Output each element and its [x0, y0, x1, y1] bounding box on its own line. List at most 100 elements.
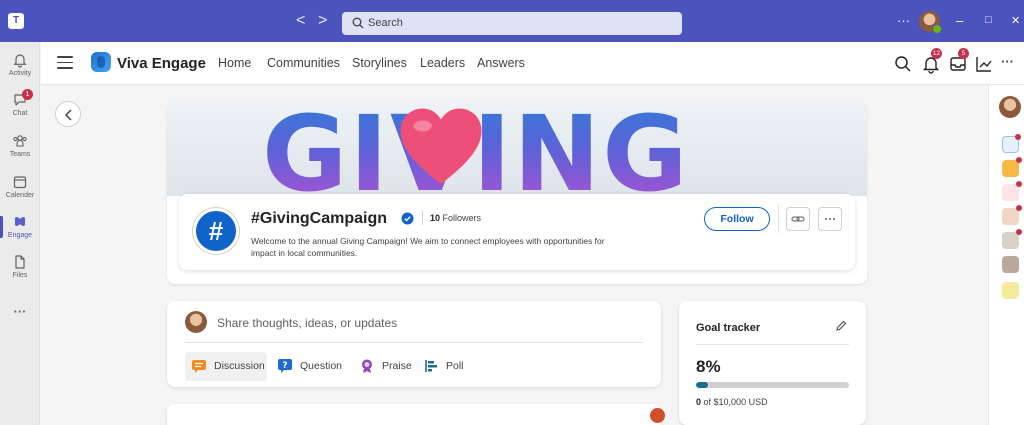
- divider: [422, 211, 423, 225]
- svg-text:?: ?: [282, 361, 287, 371]
- search-icon: [352, 17, 364, 29]
- heart-icon: [400, 108, 482, 184]
- minimize-button[interactable]: –: [956, 13, 963, 28]
- search-placeholder: Search: [368, 17, 403, 29]
- user-avatar[interactable]: [919, 11, 942, 34]
- more-actions-button[interactable]: [818, 207, 842, 231]
- nav-home[interactable]: Home: [218, 56, 251, 70]
- more-options-icon[interactable]: ···: [1001, 54, 1014, 69]
- follow-button[interactable]: Follow: [704, 207, 770, 231]
- followers-count[interactable]: 10 Followers: [430, 213, 481, 223]
- teams-logo-icon: T: [8, 13, 24, 29]
- profile-avatar[interactable]: [999, 96, 1021, 118]
- goal-percent: 8%: [696, 357, 721, 376]
- calendar-icon: [13, 176, 27, 189]
- copy-link-button[interactable]: [786, 207, 810, 231]
- app-title: Viva Engage: [117, 55, 206, 72]
- search-input[interactable]: Search: [342, 12, 682, 35]
- verified-icon: [401, 212, 414, 225]
- right-app-rail: [988, 85, 1024, 425]
- menu-icon[interactable]: [57, 56, 73, 70]
- goal-amount: 0 of $10,000 USD: [696, 397, 768, 407]
- location-app-icon[interactable]: [1002, 181, 1022, 201]
- pinned-icon: [650, 408, 665, 423]
- nav-answers[interactable]: Answers: [477, 56, 525, 70]
- edit-pencil-icon[interactable]: [835, 320, 847, 332]
- bell-icon: [13, 54, 27, 68]
- rail-item-files[interactable]: Files: [0, 254, 40, 279]
- notifications-badge: 12: [931, 48, 942, 59]
- community-description: Welcome to the annual Giving Campaign! W…: [251, 236, 605, 258]
- post-type-discussion[interactable]: Discussion: [185, 352, 267, 381]
- community-avatar: #: [193, 208, 239, 254]
- app-rail: Activity 1 Chat Teams Calender Engage Fi…: [0, 42, 40, 425]
- poll-icon: [425, 360, 437, 372]
- goal-progress-bar: [696, 382, 849, 388]
- chevron-left-icon: [64, 109, 72, 121]
- back-nav-icon[interactable]: <: [296, 12, 305, 30]
- post-type-label: Discussion: [214, 360, 265, 372]
- community-name: #GivingCampaign: [251, 210, 388, 227]
- publisher-card: Share thoughts, ideas, or updates Discus…: [167, 301, 661, 387]
- maximize-button[interactable]: □: [985, 14, 992, 26]
- file-icon: [15, 255, 25, 269]
- forward-nav-icon[interactable]: >: [318, 12, 327, 30]
- goal-tracker-card: Goal tracker 8% 0 of $10,000 USD: [679, 301, 866, 425]
- rail-item-calendar[interactable]: Calender: [0, 174, 40, 199]
- more-options-icon[interactable]: ···: [897, 13, 910, 28]
- nav-communities[interactable]: Communities: [267, 56, 340, 70]
- goal-progress-fill: [696, 382, 709, 388]
- community-info-card: # #GivingCampaign 10 Followers Welcome t…: [179, 194, 855, 270]
- divider: [696, 344, 849, 345]
- engage-header: Viva Engage Home Communities Storylines …: [41, 42, 1024, 85]
- app-icon[interactable]: [1002, 205, 1022, 225]
- app-icon[interactable]: [1002, 157, 1022, 177]
- divider: [185, 342, 643, 343]
- rail-label: Activity: [8, 70, 32, 77]
- rail-label: Teams: [9, 151, 31, 158]
- rail-label: Engage: [7, 232, 33, 239]
- link-icon: [791, 216, 805, 222]
- publisher-input[interactable]: Share thoughts, ideas, or updates: [217, 316, 397, 330]
- engage-icon: [15, 217, 25, 226]
- praise-icon: [362, 359, 372, 373]
- goal-tracker-title: Goal tracker: [696, 322, 761, 334]
- post-type-praise[interactable]: Praise: [353, 352, 413, 381]
- post-type-label: Praise: [382, 360, 412, 372]
- search-icon[interactable]: [893, 54, 913, 74]
- divider: [778, 205, 779, 233]
- rail-item-engage[interactable]: Engage: [0, 214, 40, 239]
- goal-current: 0: [696, 397, 702, 407]
- analytics-icon[interactable]: [974, 54, 994, 74]
- app-icon[interactable]: [1002, 282, 1019, 299]
- app-icon[interactable]: [1002, 229, 1022, 249]
- more-icon: [825, 218, 835, 220]
- rail-item-teams[interactable]: Teams: [0, 133, 40, 158]
- copilot-app-icon[interactable]: [1002, 134, 1021, 153]
- rail-label: Files: [12, 272, 28, 279]
- followers-label: Followers: [442, 213, 482, 223]
- post-type-poll[interactable]: Poll: [417, 352, 467, 381]
- post-type-label: Question: [300, 360, 343, 372]
- teams-icon: [13, 135, 27, 147]
- feed-post-card: [167, 404, 661, 425]
- nav-leaders[interactable]: Leaders: [420, 56, 465, 70]
- avatar: [185, 311, 207, 333]
- nav-storylines[interactable]: Storylines: [352, 56, 407, 70]
- goal-target: of $10,000 USD: [703, 397, 768, 407]
- post-type-question[interactable]: ? Question: [271, 352, 349, 381]
- close-button[interactable]: ✕: [1011, 14, 1020, 27]
- community-banner: GIVING: [167, 101, 867, 196]
- rail-label: Calender: [5, 192, 35, 199]
- post-type-label: Poll: [446, 360, 464, 372]
- rail-more-icon[interactable]: ···: [0, 304, 40, 319]
- back-button[interactable]: [55, 101, 81, 127]
- inbox-badge: 5: [958, 48, 969, 59]
- followers-number: 10: [430, 213, 441, 223]
- community-header: GIVING # #GivingCampaign 10 Followers We…: [167, 101, 867, 284]
- question-icon: ?: [278, 359, 292, 373]
- app-icon[interactable]: [1002, 256, 1019, 273]
- rail-label: Chat: [12, 110, 28, 117]
- rail-item-chat[interactable]: 1 Chat: [0, 89, 40, 117]
- rail-item-activity[interactable]: Activity: [0, 52, 40, 77]
